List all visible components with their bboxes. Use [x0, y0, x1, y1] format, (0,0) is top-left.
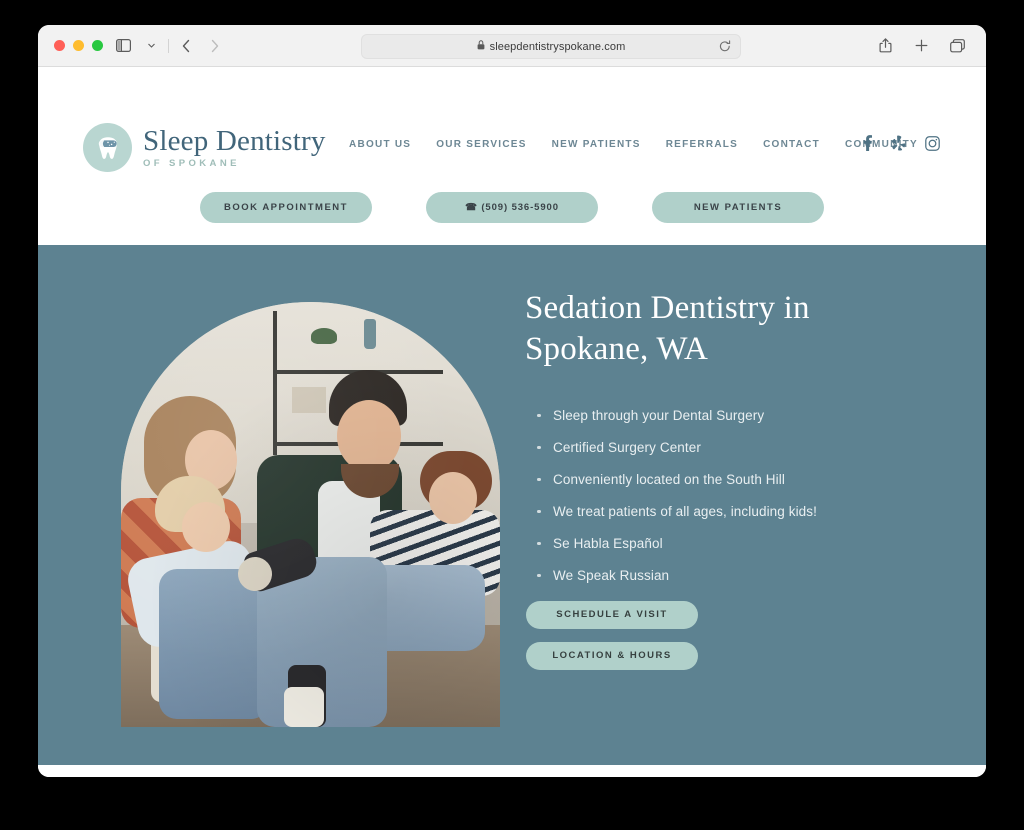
- screenshot-stage: sleepdentistryspokane.com Sleep Dentistr…: [0, 0, 1024, 830]
- close-window-button[interactable]: [54, 40, 65, 51]
- site-logo[interactable]: Sleep Dentistry OF SPOKANE: [83, 123, 326, 172]
- logo-wordmark: Sleep Dentistry OF SPOKANE: [143, 124, 326, 169]
- main-navigation: ABOUT US OUR SERVICES NEW PATIENTS REFER…: [349, 139, 918, 150]
- forward-arrow-icon[interactable]: [201, 33, 227, 59]
- hero-section: Sedation Dentistry in Spokane, WA Sleep …: [38, 245, 986, 765]
- phone-number-button[interactable]: ☎ (509) 536-5900: [426, 192, 598, 223]
- nav-item-contact[interactable]: CONTACT: [763, 139, 820, 150]
- chevron-down-icon[interactable]: [138, 33, 164, 59]
- copy-tabs-icon[interactable]: [944, 33, 970, 59]
- instagram-icon[interactable]: [925, 135, 940, 151]
- address-bar[interactable]: sleepdentistryspokane.com: [361, 34, 741, 59]
- logo-subtitle: OF SPOKANE: [143, 157, 240, 169]
- address-bar-url: sleepdentistryspokane.com: [489, 40, 626, 53]
- toolbar-right-group: [872, 25, 970, 66]
- address-bar-content: sleepdentistryspokane.com: [477, 40, 626, 53]
- nav-item-our-services[interactable]: OUR SERVICES: [436, 139, 526, 150]
- share-icon[interactable]: [872, 33, 898, 59]
- list-item: Se Habla Español: [537, 537, 925, 551]
- book-appointment-button[interactable]: BOOK APPOINTMENT: [200, 192, 372, 223]
- minimize-window-button[interactable]: [73, 40, 84, 51]
- plus-icon[interactable]: [908, 33, 934, 59]
- location-and-hours-button[interactable]: LOCATION & HOURS: [526, 641, 698, 670]
- maximize-window-button[interactable]: [92, 40, 103, 51]
- page-bottom-whitespace: [38, 765, 986, 777]
- back-arrow-icon[interactable]: [173, 33, 199, 59]
- hero-photo-image: [121, 302, 500, 727]
- page-title: Sedation Dentistry in Spokane, WA: [525, 290, 810, 367]
- header-cta-row: BOOK APPOINTMENT ☎ (509) 536-5900 NEW PA…: [38, 192, 986, 223]
- reload-icon[interactable]: [719, 40, 731, 58]
- list-item: Sleep through your Dental Surgery: [537, 409, 925, 423]
- list-item: Conveniently located on the South Hill: [537, 473, 925, 487]
- lock-icon: [477, 40, 485, 53]
- logo-title: Sleep Dentistry: [143, 124, 326, 157]
- nav-item-new-patients[interactable]: NEW PATIENTS: [552, 139, 641, 150]
- web-page: Sleep Dentistry OF SPOKANE ABOUT US OUR …: [38, 67, 986, 777]
- browser-toolbar: sleepdentistryspokane.com: [38, 25, 986, 67]
- hero-family-photo: [121, 302, 500, 727]
- hero-copy: Sedation Dentistry in Spokane, WA Sleep …: [525, 288, 925, 670]
- site-header: Sleep Dentistry OF SPOKANE ABOUT US OUR …: [38, 67, 986, 245]
- toolbar-divider: [168, 38, 169, 53]
- sleeping-tooth-icon: [83, 123, 132, 172]
- browser-window: sleepdentistryspokane.com Sleep Dentistr…: [38, 25, 986, 777]
- toolbar-left-group: [110, 25, 227, 66]
- new-patients-button[interactable]: NEW PATIENTS: [652, 192, 824, 223]
- window-controls: [54, 40, 103, 51]
- yelp-icon[interactable]: [891, 135, 906, 151]
- nav-item-about-us[interactable]: ABOUT US: [349, 139, 411, 150]
- hero-cta-group: SCHEDULE A VISIT LOCATION & HOURS: [525, 600, 925, 670]
- nav-item-referrals[interactable]: REFERRALS: [666, 139, 738, 150]
- schedule-a-visit-button[interactable]: SCHEDULE A VISIT: [526, 600, 698, 629]
- social-links: [863, 135, 940, 151]
- hero-benefits-list: Sleep through your Dental Surgery Certif…: [525, 409, 925, 583]
- list-item: We Speak Russian: [537, 569, 925, 583]
- facebook-icon[interactable]: [863, 135, 872, 151]
- list-item: We treat patients of all ages, including…: [537, 505, 925, 519]
- list-item: Certified Surgery Center: [537, 441, 925, 455]
- sidebar-icon[interactable]: [110, 33, 136, 59]
